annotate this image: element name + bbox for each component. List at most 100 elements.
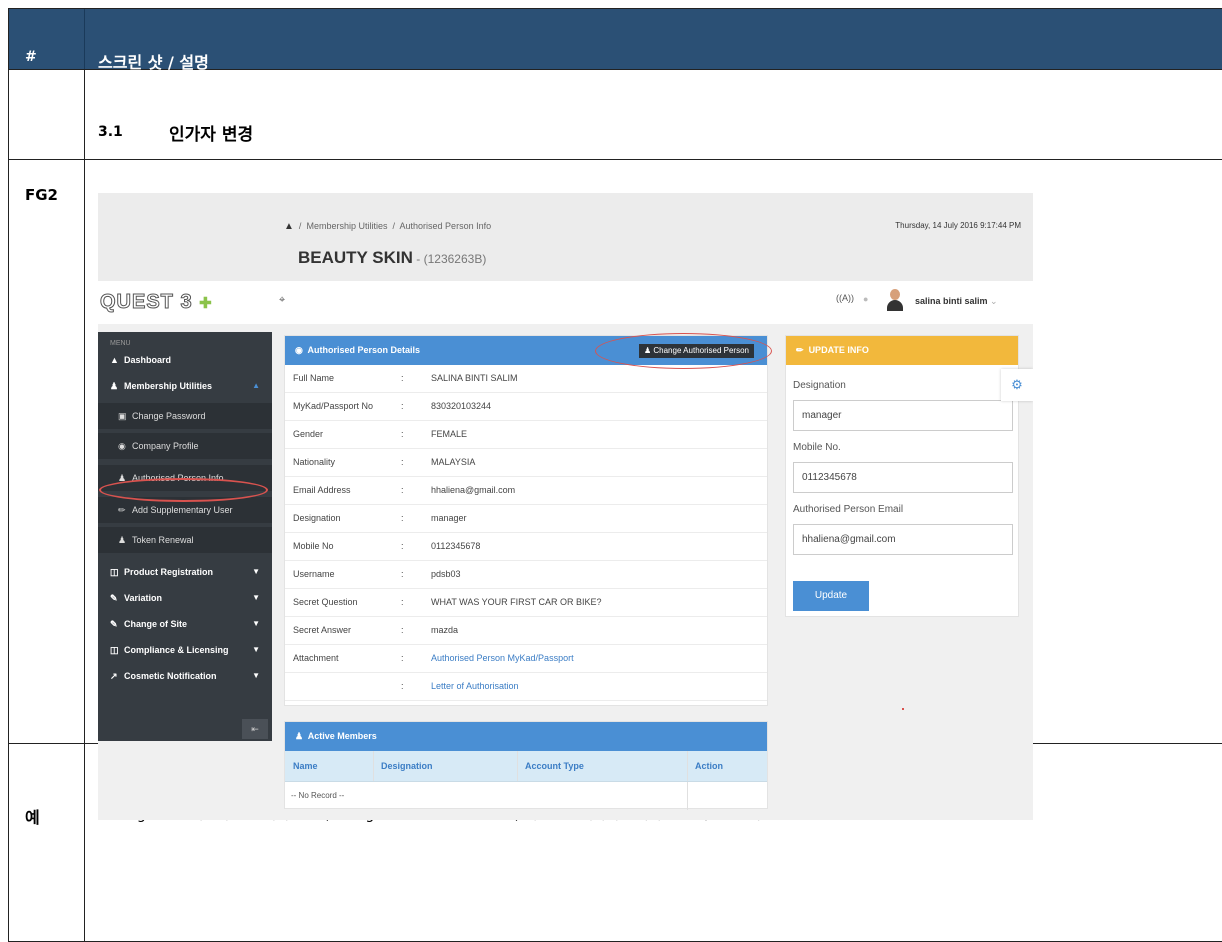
email-label: Authorised Person Email (793, 504, 904, 515)
user-menu[interactable]: salina binti salim ⌄ (915, 296, 998, 307)
example-label: 예 (25, 808, 40, 827)
active-members-panel: ♟ Active Members Name Designation Accoun… (284, 721, 768, 810)
detail-row-secret-question: Secret Question: WHAT WAS YOUR FIRST CAR … (285, 589, 767, 617)
expand-icon[interactable]: ⌖ (279, 294, 285, 307)
highlight-ring-sidebar (99, 478, 268, 502)
sidebar-item-token-renewal[interactable]: ♟ Token Renewal (98, 527, 272, 553)
column-name: Name (293, 761, 318, 771)
designation-field[interactable]: manager (793, 400, 1013, 431)
detail-row-gender: Gender: FEMALE (285, 421, 767, 449)
pencil-icon: ✏ (796, 345, 804, 355)
detail-row-full-name: Full Name: SALINA BINTI SALIM (285, 365, 767, 393)
table-row: -- No Record -- (285, 782, 767, 810)
copy-icon: ◫ (110, 645, 119, 655)
members-panel-header: ♟ Active Members (285, 722, 767, 751)
members-panel-title: Active Members (307, 731, 377, 741)
chevron-down-icon: ▼ (252, 593, 260, 602)
sidebar-item-variation[interactable]: ✎ Variation ▼ (98, 585, 272, 611)
top-navbar: QUEST 3 ✚ ⌖ ((A)) ● salina binti salim ⌄ (98, 281, 1033, 324)
details-panel-title: Authorised Person Details (307, 345, 421, 355)
detail-row-nationality: Nationality: MALAYSIA (285, 449, 767, 477)
designation-label: Designation (793, 380, 846, 391)
email-field[interactable]: hhaliena@gmail.com (793, 524, 1013, 555)
letter-of-authorisation-link[interactable]: Letter of Authorisation (431, 673, 519, 700)
signal-icon[interactable]: ((A)) (836, 293, 854, 303)
menu-title: MENU (110, 340, 131, 347)
detail-row-secret-answer: Secret Answer: mazda (285, 617, 767, 645)
highlight-ring-button (595, 333, 772, 369)
no-record-text: -- No Record -- (291, 791, 345, 800)
column-designation: Designation (381, 761, 433, 771)
users-icon: ♟ (295, 731, 304, 741)
eye-icon: ◉ (118, 441, 126, 451)
sidebar-item-change-password[interactable]: ▣ Change Password (98, 403, 272, 429)
status-dot-icon: ● (863, 294, 869, 304)
logo-text: QUEST 3 (100, 291, 193, 314)
copy-icon: ◫ (110, 567, 119, 577)
breadcrumb: ▲ / Membership Utilities / Authorised Pe… (284, 221, 491, 232)
sidebar-item-change-of-site[interactable]: ✎ Change of Site ▼ (98, 611, 272, 637)
section-title: 인가자 변경 (169, 125, 254, 145)
collapse-sidebar-icon[interactable]: ⇤ (242, 719, 268, 739)
detail-row-designation: Designation: manager (285, 505, 767, 533)
mobile-label: Mobile No. (793, 442, 841, 453)
company-reg: - (1236263B) (412, 252, 487, 266)
chevron-down-icon: ▼ (252, 619, 260, 628)
users-icon: ♟ (118, 535, 127, 545)
chevron-down-icon: ▼ (252, 671, 260, 680)
detail-row-mykad: MyKad/Passport No:830320103244 (285, 393, 767, 421)
update-button[interactable]: Update (793, 581, 869, 611)
edit-icon: ✎ (110, 593, 118, 603)
column-action: Action (695, 761, 723, 771)
update-panel-title: UPDATE INFO (808, 345, 869, 355)
sidebar-item-membership-utilities[interactable]: ♟ Membership Utilities ▲ (98, 373, 272, 399)
detail-row-letter: : Letter of Authorisation (285, 673, 767, 701)
embedded-screenshot: ▲ / Membership Utilities / Authorised Pe… (98, 193, 1033, 820)
sidebar-item-compliance-licensing[interactable]: ◫ Compliance & Licensing ▼ (98, 637, 272, 663)
pencil-icon: ✏ (118, 505, 126, 515)
home-icon: ▲ (110, 355, 119, 365)
authorised-person-details-panel: ◉ Authorised Person Details ♟ Change Aut… (284, 335, 768, 706)
gear-icon[interactable]: ⚙ (1001, 369, 1033, 401)
figure-label: FG2 (25, 186, 58, 204)
detail-row-mobile: Mobile No:0112345678 (285, 533, 767, 561)
column-hash-label: # (25, 49, 37, 65)
section-number: 3.1 (98, 124, 123, 140)
chevron-down-icon: ⌄ (990, 296, 998, 306)
app-logo[interactable]: QUEST 3 ✚ (98, 281, 274, 324)
breadcrumb-membership[interactable]: Membership Utilities (306, 221, 387, 231)
members-table-header: Name Designation Account Type Action (285, 751, 767, 782)
sidebar-item-company-profile[interactable]: ◉ Company Profile (98, 433, 272, 459)
update-info-panel: ✏ UPDATE INFO Designation manager Mobile… (785, 335, 1019, 617)
sidebar-item-dashboard[interactable]: ▲ Dashboard (98, 347, 272, 373)
chevron-down-icon: ▼ (252, 645, 260, 654)
breadcrumb-separator: / (298, 221, 302, 231)
home-icon[interactable]: ▲ (284, 221, 294, 232)
company-name: BEAUTY SKIN (298, 248, 413, 267)
red-dot (902, 708, 904, 710)
page-header: ▲ / Membership Utilities / Authorised Pe… (98, 193, 1033, 281)
logo-plus-icon: ✚ (199, 295, 213, 312)
update-panel-header: ✏ UPDATE INFO (786, 336, 1018, 365)
section-row: 3.1 인가자 변경 (9, 70, 1222, 160)
breadcrumb-separator: / (392, 221, 396, 231)
chevron-up-icon: ▲ (252, 381, 260, 390)
eye-icon: ◉ (295, 345, 303, 355)
lock-icon: ▣ (118, 411, 127, 421)
table-header-row: # 스크린 샷 / 설명 (9, 8, 1222, 72)
sidebar-item-cosmetic-notification[interactable]: ↗ Cosmetic Notification ▼ (98, 663, 272, 689)
detail-row-email: Email Address: hhaliena@gmail.com (285, 477, 767, 505)
edit-icon: ✎ (110, 619, 118, 629)
company-title: BEAUTY SKIN - (1236263B) (298, 248, 486, 268)
user-icon: ♟ (110, 381, 119, 391)
breadcrumb-current: Authorised Person Info (399, 221, 492, 231)
sidebar-item-product-registration[interactable]: ◫ Product Registration ▼ (98, 559, 272, 585)
avatar[interactable] (887, 289, 903, 311)
datetime: Thursday, 14 July 2016 9:17:44 PM (895, 221, 1021, 230)
detail-row-username: Username: pdsb03 (285, 561, 767, 589)
detail-row-attachment: Attachment: Authorised Person MyKad/Passp… (285, 645, 767, 673)
mobile-field[interactable]: 0112345678 (793, 462, 1013, 493)
attachment-mykad-link[interactable]: Authorised Person MyKad/Passport (431, 645, 574, 672)
chevron-down-icon: ▼ (252, 567, 260, 576)
syringe-icon: ↗ (110, 671, 118, 681)
